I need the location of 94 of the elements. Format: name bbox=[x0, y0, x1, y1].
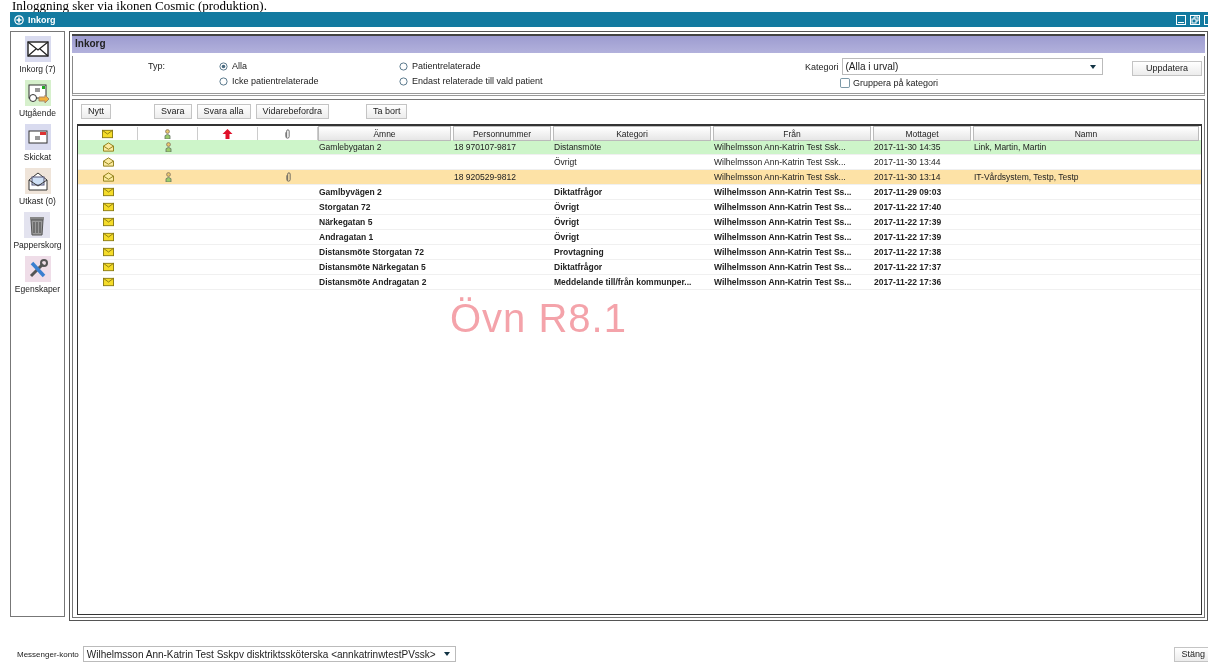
table-cell: Distansmöte Storgatan 72 bbox=[319, 247, 424, 257]
column-header[interactable]: Kategori bbox=[553, 126, 711, 141]
table-cell: Storgatan 72 bbox=[319, 202, 371, 212]
table-cell: IT-Vårdsystem, Testp, Testp bbox=[974, 172, 1079, 182]
caret-icon bbox=[1089, 64, 1096, 69]
panel-header: Inkorg bbox=[72, 34, 1205, 53]
radio-label[interactable]: Alla bbox=[232, 61, 247, 71]
sidebar-label[interactable]: Egenskaper bbox=[14, 284, 61, 294]
sidebar-label[interactable]: Inkorg (7) bbox=[19, 64, 56, 74]
table-cell: Wilhelmsson Ann-Katrin Test Ss... bbox=[714, 187, 852, 197]
checkbox-label[interactable]: Gruppera på kategori bbox=[853, 78, 939, 88]
column-header[interactable]: Ämne bbox=[318, 126, 451, 141]
type-label: Typ: bbox=[147, 61, 166, 71]
table-cell: Wilhelmsson Ann-Katrin Test Ss... bbox=[714, 247, 852, 257]
caret-icon bbox=[443, 652, 450, 656]
toolbar-button[interactable]: Svara bbox=[154, 104, 192, 119]
table-cell: Närkegatan 5 bbox=[319, 217, 373, 227]
table-cell: Wilhelmsson Ann-Katrin Test Ss... bbox=[714, 232, 852, 242]
table-cell: 2017-11-22 17:39 bbox=[874, 232, 942, 242]
column-header[interactable]: Från bbox=[713, 126, 871, 141]
document-text: Inloggning sker via ikonen Cosmic (produktion). bbox=[11, 0, 268, 12]
category-label: Kategori bbox=[805, 61, 839, 72]
table-cell: 2017-11-22 17:40 bbox=[874, 202, 942, 212]
radio-label[interactable]: Icke patientrelaterade bbox=[232, 76, 319, 86]
column-header[interactable]: Mottaget bbox=[873, 126, 971, 141]
sidebar-label[interactable]: Papperskorg bbox=[13, 240, 62, 250]
radio-label[interactable]: Endast relaterade till vald patient bbox=[412, 76, 543, 86]
table-cell: Distansmöte bbox=[554, 142, 602, 152]
column-header[interactable]: Personnummer bbox=[453, 126, 551, 141]
table-cell: Meddelande till/från kommunper... bbox=[554, 277, 692, 287]
table-cell: Wilhelmsson Ann-Katrin Test Ss... bbox=[714, 262, 852, 272]
account-dropdown[interactable]: Wilhelmsson Ann-Katrin Test Sskpv disktriktssköterska <annkatrinwtestPVssk> bbox=[82, 646, 456, 662]
table-cell: 2017-11-22 17:37 bbox=[874, 262, 942, 272]
table-cell: Övrigt bbox=[554, 202, 580, 212]
envelope-icon[interactable] bbox=[24, 36, 51, 62]
table-cell: 2017-11-30 13:14 bbox=[874, 172, 941, 182]
trash-icon[interactable] bbox=[24, 212, 51, 238]
radio-label[interactable]: Patientrelaterade bbox=[412, 61, 481, 71]
toolbar-button[interactable]: Nytt bbox=[81, 104, 111, 119]
table-cell: 18 920529-9812 bbox=[454, 172, 516, 182]
table-cell: 2017-11-30 14:35 bbox=[874, 142, 941, 152]
tools-icon[interactable] bbox=[24, 256, 51, 282]
table-cell: Wilhelmsson Ann-Katrin Test Ss... bbox=[714, 217, 852, 227]
table-cell: Andragatan 1 bbox=[319, 232, 374, 242]
open-envelope-icon[interactable] bbox=[24, 168, 51, 194]
checkbox[interactable] bbox=[840, 78, 850, 88]
update-button[interactable]: Uppdatera bbox=[1132, 61, 1202, 76]
sidebar-label[interactable]: Skickat bbox=[23, 152, 52, 162]
table-cell: 18 970107-9817 bbox=[454, 142, 516, 152]
table-cell: 2017-11-22 17:36 bbox=[874, 277, 942, 287]
person-icon[interactable] bbox=[162, 128, 173, 139]
window-title: Inkorg bbox=[28, 14, 56, 25]
table-cell: Wilhelmsson Ann-Katrin Test Ssk... bbox=[714, 157, 846, 167]
toolbar-button[interactable]: Svara alla bbox=[196, 104, 251, 119]
table-cell: Distansmöte Närkegatan 5 bbox=[319, 262, 426, 272]
table-cell: Övrigt bbox=[554, 217, 580, 227]
close-button[interactable]: Stäng bbox=[1174, 646, 1208, 662]
table-cell: 2017-11-30 13:44 bbox=[874, 157, 941, 167]
outbox-icon[interactable] bbox=[24, 80, 51, 106]
table-cell: Provtagning bbox=[554, 247, 604, 257]
sidebar-label[interactable]: Utgående bbox=[19, 108, 56, 118]
toolbar-button[interactable]: Vidarebefordra bbox=[255, 104, 329, 119]
table-cell: Link, Martin, Martin bbox=[974, 142, 1047, 152]
table-cell: Wilhelmsson Ann-Katrin Test Ssk... bbox=[714, 142, 846, 152]
radio-button[interactable] bbox=[219, 61, 228, 71]
minimize-icon[interactable] bbox=[1176, 14, 1186, 25]
table-cell: Diktatfrågor bbox=[554, 187, 603, 197]
table-cell: 2017-11-29 09:03 bbox=[874, 187, 942, 197]
close-icon[interactable] bbox=[1204, 14, 1208, 25]
table-cell: Distansmöte Andragatan 2 bbox=[319, 277, 427, 287]
table-cell: Wilhelmsson Ann-Katrin Test Ssk... bbox=[714, 172, 846, 182]
sent-envelope-icon[interactable] bbox=[24, 124, 51, 150]
paperclip-icon[interactable] bbox=[282, 128, 293, 139]
category-dropdown[interactable]: (Alla i urval) bbox=[841, 58, 1103, 75]
radio-button[interactable] bbox=[219, 76, 228, 86]
cross-logo-icon bbox=[14, 14, 24, 25]
table-cell: Wilhelmsson Ann-Katrin Test Ss... bbox=[714, 277, 852, 287]
radio-button[interactable] bbox=[399, 61, 408, 71]
table-cell: Diktatfrågor bbox=[554, 262, 603, 272]
table-cell: Gamlbyvägen 2 bbox=[319, 187, 382, 197]
environment-label: Övn R8.1 bbox=[450, 296, 627, 341]
priority-arrow-icon[interactable] bbox=[222, 128, 233, 139]
table-cell: 2017-11-22 17:39 bbox=[874, 217, 942, 227]
toolbar-button[interactable]: Ta bort bbox=[365, 104, 408, 119]
table-cell: Övrigt bbox=[554, 157, 577, 167]
column-header[interactable]: Namn bbox=[973, 126, 1199, 141]
radio-button[interactable] bbox=[399, 76, 408, 86]
table-cell: Wilhelmsson Ann-Katrin Test Ss... bbox=[714, 202, 852, 212]
table-cell: Gamlebygatan 2 bbox=[319, 142, 382, 152]
sidebar-label[interactable]: Utkast (0) bbox=[19, 196, 56, 206]
restore-icon[interactable] bbox=[1190, 14, 1200, 25]
table-cell: Övrigt bbox=[554, 232, 580, 242]
table-cell: 2017-11-22 17:38 bbox=[874, 247, 942, 257]
account-label: Messenger-konto bbox=[17, 649, 79, 659]
